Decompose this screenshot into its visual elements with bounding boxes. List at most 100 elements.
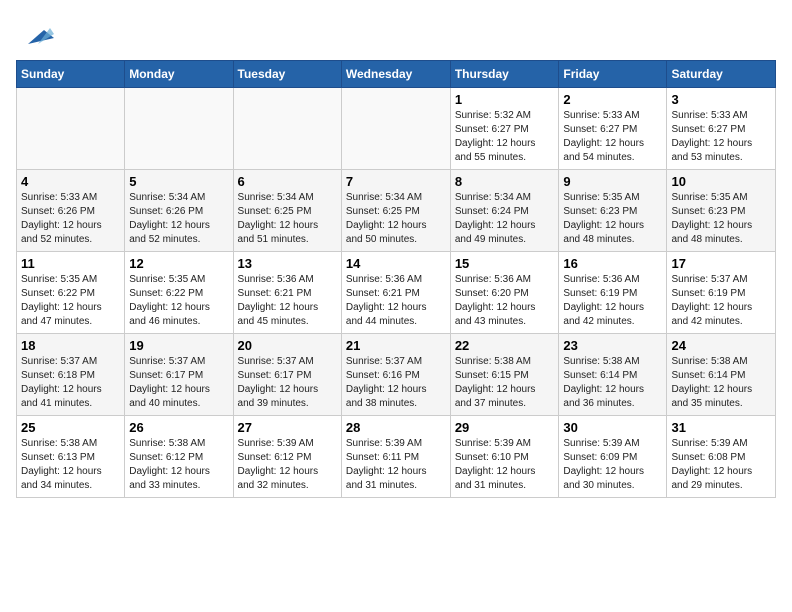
day-number: 8 [455, 174, 555, 189]
day-number: 15 [455, 256, 555, 271]
day-info: Sunrise: 5:37 AM Sunset: 6:16 PM Dayligh… [346, 355, 446, 411]
calendar-day-cell: 30 Sunrise: 5:39 AM Sunset: 6:09 PM Dayli… [559, 416, 667, 498]
day-number: 3 [671, 92, 771, 107]
calendar-day-cell: 29 Sunrise: 5:39 AM Sunset: 6:10 PM Dayli… [450, 416, 559, 498]
day-number: 11 [21, 256, 120, 271]
calendar-day-cell [341, 88, 450, 170]
day-info: Sunrise: 5:38 AM Sunset: 6:13 PM Dayligh… [21, 437, 120, 493]
day-number: 29 [455, 420, 555, 435]
calendar-day-cell: 7Sunrise: 5:34 AM Sunset: 6:25 PM Daylig… [341, 170, 450, 252]
day-number: 16 [563, 256, 662, 271]
day-info: Sunrise: 5:39 AM Sunset: 6:09 PM Dayligh… [563, 437, 662, 493]
day-info: Sunrise: 5:33 AM Sunset: 6:26 PM Dayligh… [21, 191, 120, 247]
calendar-day-header: Wednesday [341, 61, 450, 88]
day-info: Sunrise: 5:34 AM Sunset: 6:26 PM Dayligh… [129, 191, 228, 247]
calendar-day-header: Friday [559, 61, 667, 88]
day-number: 6 [238, 174, 337, 189]
calendar-header-row: SundayMondayTuesdayWednesdayThursdayFrid… [17, 61, 776, 88]
calendar-day-header: Saturday [667, 61, 776, 88]
day-number: 2 [563, 92, 662, 107]
day-info: Sunrise: 5:33 AM Sunset: 6:27 PM Dayligh… [671, 109, 771, 165]
page-header [16, 16, 776, 52]
day-number: 24 [671, 338, 771, 353]
day-info: Sunrise: 5:37 AM Sunset: 6:17 PM Dayligh… [129, 355, 228, 411]
calendar-day-cell: 10Sunrise: 5:35 AM Sunset: 6:23 PM Dayli… [667, 170, 776, 252]
calendar-day-cell: 28Sunrise: 5:39 AM Sunset: 6:11 PM Dayli… [341, 416, 450, 498]
day-info: Sunrise: 5:33 AM Sunset: 6:27 PM Dayligh… [563, 109, 662, 165]
calendar-day-cell: 18 Sunrise: 5:37 AM Sunset: 6:18 PM Dayli… [17, 334, 125, 416]
calendar-day-cell: 17 Sunrise: 5:37 AM Sunset: 6:19 PM Dayli… [667, 252, 776, 334]
day-info: Sunrise: 5:38 AM Sunset: 6:15 PM Dayligh… [455, 355, 555, 411]
calendar-day-cell: 31Sunrise: 5:39 AM Sunset: 6:08 PM Dayli… [667, 416, 776, 498]
calendar-day-cell: 19 Sunrise: 5:37 AM Sunset: 6:17 PM Dayli… [125, 334, 233, 416]
calendar-day-cell: 12Sunrise: 5:35 AM Sunset: 6:22 PM Dayli… [125, 252, 233, 334]
calendar-day-cell [233, 88, 341, 170]
calendar-week-row: 11 Sunrise: 5:35 AM Sunset: 6:22 PM Dayli… [17, 252, 776, 334]
day-info: Sunrise: 5:39 AM Sunset: 6:11 PM Dayligh… [346, 437, 446, 493]
day-info: Sunrise: 5:35 AM Sunset: 6:23 PM Dayligh… [563, 191, 662, 247]
day-number: 17 [671, 256, 771, 271]
day-number: 31 [671, 420, 771, 435]
day-number: 12 [129, 256, 228, 271]
day-number: 13 [238, 256, 337, 271]
day-number: 20 [238, 338, 337, 353]
day-info: Sunrise: 5:37 AM Sunset: 6:19 PM Dayligh… [671, 273, 771, 329]
day-info: Sunrise: 5:35 AM Sunset: 6:22 PM Dayligh… [21, 273, 120, 329]
day-info: Sunrise: 5:38 AM Sunset: 6:14 PM Dayligh… [671, 355, 771, 411]
calendar-day-cell: 27Sunrise: 5:39 AM Sunset: 6:12 PM Dayli… [233, 416, 341, 498]
calendar-day-cell: 24 Sunrise: 5:38 AM Sunset: 6:14 PM Dayli… [667, 334, 776, 416]
calendar-day-cell: 20 Sunrise: 5:37 AM Sunset: 6:17 PM Dayli… [233, 334, 341, 416]
day-info: Sunrise: 5:35 AM Sunset: 6:23 PM Dayligh… [671, 191, 771, 247]
day-info: Sunrise: 5:32 AM Sunset: 6:27 PM Dayligh… [455, 109, 555, 165]
logo [16, 16, 54, 52]
day-info: Sunrise: 5:37 AM Sunset: 6:17 PM Dayligh… [238, 355, 337, 411]
day-info: Sunrise: 5:34 AM Sunset: 6:24 PM Dayligh… [455, 191, 555, 247]
day-number: 14 [346, 256, 446, 271]
calendar-day-cell: 2 Sunrise: 5:33 AM Sunset: 6:27 PM Daylig… [559, 88, 667, 170]
calendar-week-row: 1 Sunrise: 5:32 AM Sunset: 6:27 PM Daylig… [17, 88, 776, 170]
day-number: 1 [455, 92, 555, 107]
day-number: 23 [563, 338, 662, 353]
calendar-day-cell: 8 Sunrise: 5:34 AM Sunset: 6:24 PM Daylig… [450, 170, 559, 252]
calendar-week-row: 4Sunrise: 5:33 AM Sunset: 6:26 PM Daylig… [17, 170, 776, 252]
calendar-day-header: Thursday [450, 61, 559, 88]
day-info: Sunrise: 5:38 AM Sunset: 6:14 PM Dayligh… [563, 355, 662, 411]
day-info: Sunrise: 5:37 AM Sunset: 6:18 PM Dayligh… [21, 355, 120, 411]
day-number: 21 [346, 338, 446, 353]
calendar-week-row: 18 Sunrise: 5:37 AM Sunset: 6:18 PM Dayli… [17, 334, 776, 416]
day-info: Sunrise: 5:36 AM Sunset: 6:19 PM Dayligh… [563, 273, 662, 329]
day-info: Sunrise: 5:34 AM Sunset: 6:25 PM Dayligh… [238, 191, 337, 247]
calendar-day-cell: 11 Sunrise: 5:35 AM Sunset: 6:22 PM Dayli… [17, 252, 125, 334]
calendar-table: SundayMondayTuesdayWednesdayThursdayFrid… [16, 60, 776, 498]
day-number: 18 [21, 338, 120, 353]
calendar-day-cell: 26 Sunrise: 5:38 AM Sunset: 6:12 PM Dayli… [125, 416, 233, 498]
calendar-day-cell: 22Sunrise: 5:38 AM Sunset: 6:15 PM Dayli… [450, 334, 559, 416]
day-number: 30 [563, 420, 662, 435]
day-number: 19 [129, 338, 228, 353]
day-number: 9 [563, 174, 662, 189]
day-info: Sunrise: 5:38 AM Sunset: 6:12 PM Dayligh… [129, 437, 228, 493]
calendar-day-cell: 4Sunrise: 5:33 AM Sunset: 6:26 PM Daylig… [17, 170, 125, 252]
day-info: Sunrise: 5:36 AM Sunset: 6:20 PM Dayligh… [455, 273, 555, 329]
day-info: Sunrise: 5:39 AM Sunset: 6:12 PM Dayligh… [238, 437, 337, 493]
day-info: Sunrise: 5:36 AM Sunset: 6:21 PM Dayligh… [346, 273, 446, 329]
calendar-day-header: Tuesday [233, 61, 341, 88]
day-info: Sunrise: 5:39 AM Sunset: 6:10 PM Dayligh… [455, 437, 555, 493]
calendar-day-cell: 15 Sunrise: 5:36 AM Sunset: 6:20 PM Dayli… [450, 252, 559, 334]
calendar-day-cell: 14 Sunrise: 5:36 AM Sunset: 6:21 PM Dayli… [341, 252, 450, 334]
calendar-day-cell: 21 Sunrise: 5:37 AM Sunset: 6:16 PM Dayli… [341, 334, 450, 416]
calendar-day-cell: 6 Sunrise: 5:34 AM Sunset: 6:25 PM Daylig… [233, 170, 341, 252]
calendar-day-cell: 9 Sunrise: 5:35 AM Sunset: 6:23 PM Daylig… [559, 170, 667, 252]
calendar-day-header: Sunday [17, 61, 125, 88]
day-number: 7 [346, 174, 446, 189]
day-info: Sunrise: 5:36 AM Sunset: 6:21 PM Dayligh… [238, 273, 337, 329]
calendar-day-cell: 3 Sunrise: 5:33 AM Sunset: 6:27 PM Daylig… [667, 88, 776, 170]
calendar-day-cell: 1 Sunrise: 5:32 AM Sunset: 6:27 PM Daylig… [450, 88, 559, 170]
calendar-day-cell [125, 88, 233, 170]
calendar-day-cell [17, 88, 125, 170]
calendar-day-cell: 25Sunrise: 5:38 AM Sunset: 6:13 PM Dayli… [17, 416, 125, 498]
calendar-day-header: Monday [125, 61, 233, 88]
logo-icon [18, 16, 54, 52]
day-number: 26 [129, 420, 228, 435]
day-number: 5 [129, 174, 228, 189]
